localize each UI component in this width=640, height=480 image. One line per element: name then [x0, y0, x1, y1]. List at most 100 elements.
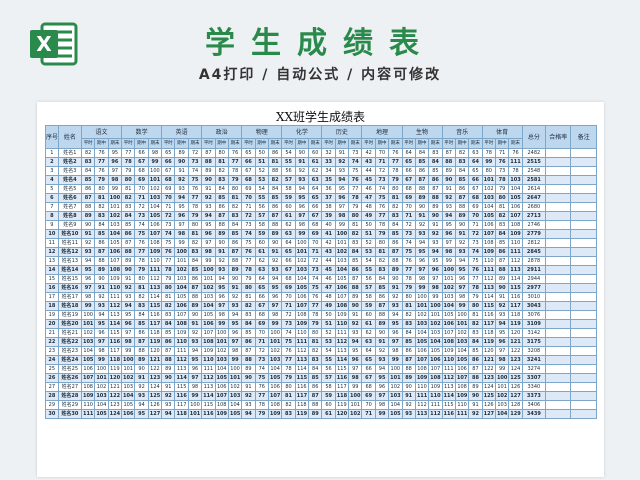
- cell-score: 84: [468, 337, 483, 347]
- cell-seq: 12: [45, 247, 59, 257]
- cell-score: 58: [361, 292, 376, 302]
- cell-score: 99: [374, 409, 390, 419]
- table-row: 8 姓名8 89 83 102 84 73 105 72 96 79 94 87 83 72 57 87 61 97…: [45, 211, 597, 221]
- cell-score: 109: [107, 274, 123, 284]
- cell-seq: 16: [45, 283, 59, 293]
- cell-score: 88: [121, 247, 136, 257]
- cell-score: 95: [201, 220, 216, 230]
- cell-score: 80: [134, 274, 149, 284]
- cell-score: 78: [161, 265, 176, 275]
- cell-score: 84: [187, 256, 203, 266]
- cell-score: 82: [267, 175, 283, 185]
- cell-score: 107: [334, 292, 350, 302]
- table-row: 20 姓名20 101 95 114 96 85 117 84 108 91 106 99 95 84 69 9…: [45, 319, 597, 329]
- cell-total: 2482: [521, 148, 547, 158]
- cell-score: 91: [161, 382, 176, 392]
- cell-score: 79: [348, 202, 363, 212]
- cell-score: 103: [214, 355, 229, 365]
- cell-score: 81: [241, 292, 256, 302]
- cell-score: 83: [214, 175, 229, 185]
- cell-score: 114: [147, 292, 163, 302]
- cell-score: 84: [494, 229, 510, 239]
- cell-note: [570, 301, 597, 311]
- cell-note: [570, 400, 597, 410]
- cell-score: 67: [308, 211, 323, 221]
- cell-score: 93: [374, 355, 390, 365]
- cell-score: 94: [454, 256, 470, 266]
- cell-score: 99: [334, 220, 350, 230]
- cell-score: 69: [281, 283, 296, 293]
- cell-score: 102: [454, 328, 470, 338]
- cell-score: 105: [81, 355, 96, 365]
- header-sub-column: 平时: [481, 138, 496, 149]
- cell-score: 81: [227, 193, 243, 203]
- cell-score: 107: [508, 211, 523, 221]
- cell-score: 77: [241, 256, 256, 266]
- cell-score: 63: [254, 265, 269, 275]
- cell-score: 106: [508, 202, 523, 212]
- cell-score: 76: [388, 148, 403, 158]
- cell-score: 79: [401, 283, 416, 293]
- cell-score: 109: [174, 328, 189, 338]
- cell-score: 103: [174, 274, 189, 284]
- cell-score: 82: [281, 400, 296, 410]
- cell-score: 83: [281, 409, 296, 419]
- cell-score: 71: [281, 301, 296, 311]
- cell-score: 35: [321, 175, 336, 185]
- cell-score: 82: [94, 202, 109, 212]
- cell-score: 104: [267, 364, 283, 374]
- cell-score: 103: [227, 391, 243, 401]
- cell-score: 84: [214, 184, 229, 194]
- cell-total: 3010: [521, 292, 547, 302]
- cell-score: 103: [201, 292, 216, 302]
- cell-score: 121: [481, 355, 496, 365]
- cell-score: 89: [241, 364, 256, 374]
- cell-score: 103: [441, 292, 456, 302]
- cell-name: 姓名23: [57, 346, 83, 356]
- cell-pass-rate: [545, 292, 572, 302]
- cell-score: 78: [227, 166, 243, 176]
- cell-score: 76: [348, 175, 363, 185]
- cell-score: 92: [121, 283, 136, 293]
- cell-score: 93: [81, 247, 96, 257]
- cell-score: 103: [481, 193, 496, 203]
- cell-score: 111: [428, 400, 443, 410]
- cell-score: 92: [241, 391, 256, 401]
- cell-score: 69: [468, 202, 483, 212]
- cell-score: 97: [227, 337, 243, 347]
- header-sub-column: 期中: [494, 138, 510, 149]
- cell-score: 95: [428, 256, 443, 266]
- cell-score: 99: [121, 346, 136, 356]
- cell-score: 95: [81, 265, 96, 275]
- cell-total: 2680: [521, 202, 547, 212]
- cell-score: 82: [308, 346, 323, 356]
- cell-score: 87: [267, 211, 283, 221]
- cell-score: 109: [267, 409, 283, 419]
- cell-score: 100: [388, 364, 403, 374]
- cell-score: 74: [134, 220, 149, 230]
- cell-score: 100: [428, 301, 443, 311]
- cell-score: 80: [94, 184, 109, 194]
- cell-score: 117: [147, 319, 163, 329]
- cell-score: 102: [481, 184, 496, 194]
- cell-score: 95: [454, 265, 470, 275]
- cell-score: 83: [468, 328, 483, 338]
- cell-score: 93: [401, 409, 416, 419]
- cell-score: 66: [241, 157, 256, 167]
- cell-score: 59: [361, 301, 376, 311]
- cell-score: 75: [281, 337, 296, 347]
- cell-score: 86: [388, 238, 403, 248]
- cell-score: 89: [187, 301, 203, 311]
- cell-seq: 29: [45, 400, 59, 410]
- cell-score: 119: [481, 337, 496, 347]
- cell-score: 67: [361, 373, 376, 383]
- cell-score: 100: [94, 364, 109, 374]
- table-row: 19 姓名19 100 94 113 95 84 116 83 107 90 105 98 94 83 68 9…: [45, 310, 597, 320]
- cell-score: 101: [334, 238, 350, 248]
- cell-score: 86: [454, 184, 470, 194]
- cell-score: 96: [201, 229, 216, 239]
- cell-score: 87: [468, 364, 483, 374]
- cell-score: 72: [468, 229, 483, 239]
- cell-score: 88: [201, 157, 216, 167]
- cell-score: 90: [401, 382, 416, 392]
